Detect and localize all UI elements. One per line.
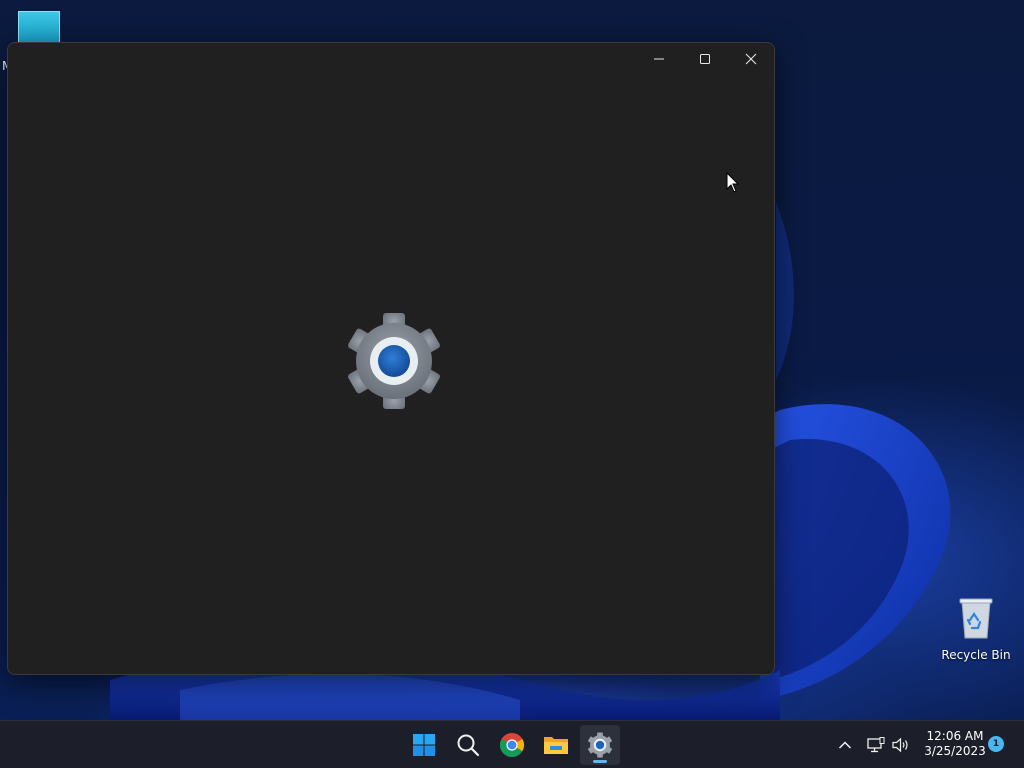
close-icon — [745, 53, 757, 65]
clock-button[interactable]: 12:06 AM 3/25/2023 — [920, 729, 990, 759]
clock-time: 12:06 AM — [926, 729, 984, 743]
network-button[interactable] — [866, 735, 886, 755]
file-explorer-button[interactable] — [536, 725, 576, 765]
recycle-bin-label: Recycle Bin — [941, 648, 1011, 662]
settings-gear-icon — [588, 732, 612, 758]
recycle-bin-icon — [958, 596, 994, 640]
maximize-icon — [700, 54, 710, 64]
maximize-button[interactable] — [682, 43, 728, 75]
windows-start-icon — [413, 734, 435, 756]
clock-date: 3/25/2023 — [924, 744, 986, 758]
network-icon — [867, 737, 885, 753]
window-controls — [636, 43, 774, 75]
settings-taskbar-button[interactable] — [580, 725, 620, 765]
chrome-button[interactable] — [492, 725, 532, 765]
monitor-icon — [18, 11, 60, 43]
settings-window[interactable] — [7, 42, 775, 675]
start-button[interactable] — [404, 725, 444, 765]
mouse-cursor-icon — [726, 171, 740, 198]
chrome-icon — [500, 733, 525, 758]
gear-icon — [344, 311, 444, 415]
notification-badge[interactable]: 1 — [988, 736, 1004, 752]
volume-button[interactable] — [891, 735, 911, 755]
show-hidden-icons-button[interactable] — [835, 735, 855, 755]
active-app-indicator — [593, 760, 607, 763]
recycle-bin[interactable]: Recycle Bin — [940, 596, 1012, 662]
volume-icon — [892, 737, 908, 753]
search-icon — [457, 734, 480, 757]
minimize-button[interactable] — [636, 43, 682, 75]
search-button[interactable] — [448, 725, 488, 765]
minimize-icon — [654, 58, 664, 60]
chevron-up-icon — [838, 741, 852, 749]
file-explorer-icon — [544, 737, 568, 754]
desktop-shortcut-icon[interactable] — [18, 11, 60, 43]
taskbar: 12:06 AM 3/25/2023 — [0, 720, 1024, 768]
close-button[interactable] — [728, 43, 774, 75]
